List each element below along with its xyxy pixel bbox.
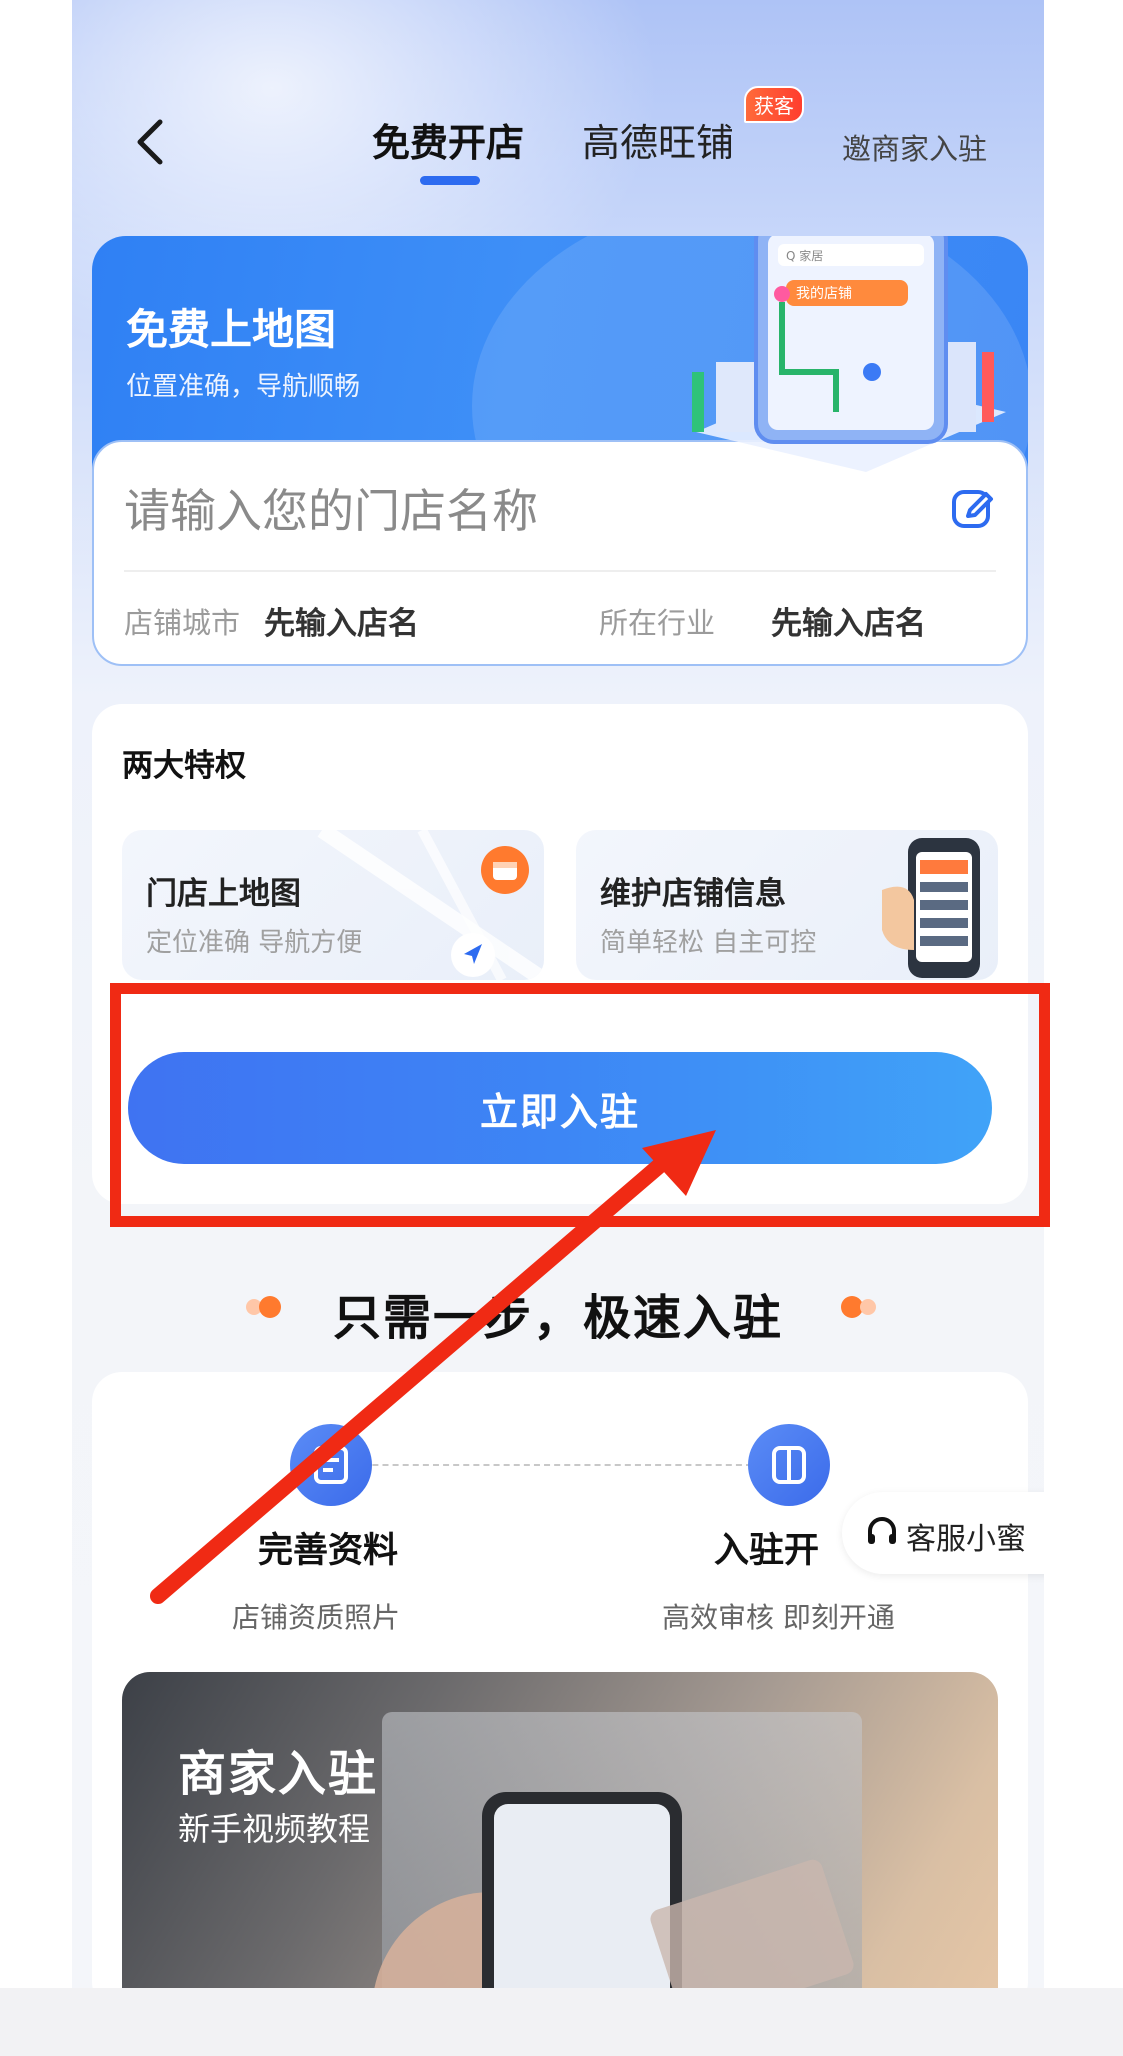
privilege-tile-info[interactable]: 维护店铺信息 简单轻松 自主可控 [576,830,998,980]
steps-heading: 只需一步，极速入驻 [72,1278,1044,1346]
store-pin-icon [481,846,529,894]
privilege-subtitle: 定位准确 导航方便 [146,928,363,958]
phone-image [482,1792,682,1988]
back-button[interactable] [122,112,182,172]
heading-dots-right-decoration [841,1296,876,1318]
phone-in-hand-icon [882,838,980,978]
steps-card: 完善资料 店铺资质照片 入驻开 高效审核 即刻开通 商家入驻 新手视频教程 [92,1372,1028,1988]
customer-service-button[interactable]: 客服小蜜 [842,1492,1044,1574]
industry-label: 所在行业 [599,606,716,640]
tab-free-open-store[interactable]: 免费开店 [372,112,524,167]
highlight-box [110,983,1050,1227]
illustration-pin-label: 我的店铺 [796,286,852,302]
invite-merchant-link[interactable]: 邀商家入驻 [842,126,987,168]
form-divider [124,570,996,572]
step-subtitle: 高效审核 即刻开通 [662,1601,895,1634]
form-icon [314,1446,348,1484]
banner-title: 免费上地图 [126,305,337,354]
store-name-input[interactable] [124,476,904,546]
map-phone-illustration: Q 家居 我的店铺 [692,236,1006,472]
privileges-title: 两大特权 [122,748,246,784]
customer-service-label: 客服小蜜 [906,1522,1026,1557]
video-tutorial-card[interactable]: 商家入驻 新手视频教程 [122,1672,998,1988]
step-title: 入驻开 [714,1531,820,1571]
get-customers-badge: 获客 [744,86,804,123]
navigation-arrow-icon [451,933,495,977]
bottom-bar [0,1988,1123,2056]
step-icon-circle [290,1424,372,1506]
store-info-form: 店铺城市 先输入店名 所在行业 先输入店名 [92,440,1028,666]
headset-icon [868,1517,896,1544]
step-subtitle: 店铺资质照片 [232,1601,401,1634]
privilege-tile-map[interactable]: 门店上地图 定位准确 导航方便 [122,830,544,980]
privilege-title: 门店上地图 [146,876,301,912]
active-tab-indicator [420,176,480,185]
edit-pencil-icon[interactable] [950,486,996,532]
store-city-value[interactable]: 先输入店名 [264,598,419,643]
step-connector [332,1464,752,1466]
industry-value[interactable]: 先输入店名 [771,598,926,643]
tab-gaode-wangpu[interactable]: 高德旺铺 [582,112,734,167]
banner-subtitle: 位置准确，导航顺畅 [126,372,361,402]
privilege-title: 维护店铺信息 [600,876,786,912]
step-title: 完善资料 [258,1531,399,1571]
step-icon-circle [748,1424,830,1506]
steps-heading-text: 只需一步，极速入驻 [332,1290,783,1346]
video-title: 商家入驻 [178,1746,379,1802]
video-subtitle: 新手视频教程 [178,1810,371,1848]
privilege-subtitle: 简单轻松 自主可控 [600,928,817,958]
store-city-label: 店铺城市 [124,606,241,640]
illustration-search-text: Q 家居 [786,248,823,263]
door-icon [772,1446,806,1484]
chevron-left-icon [137,119,163,165]
